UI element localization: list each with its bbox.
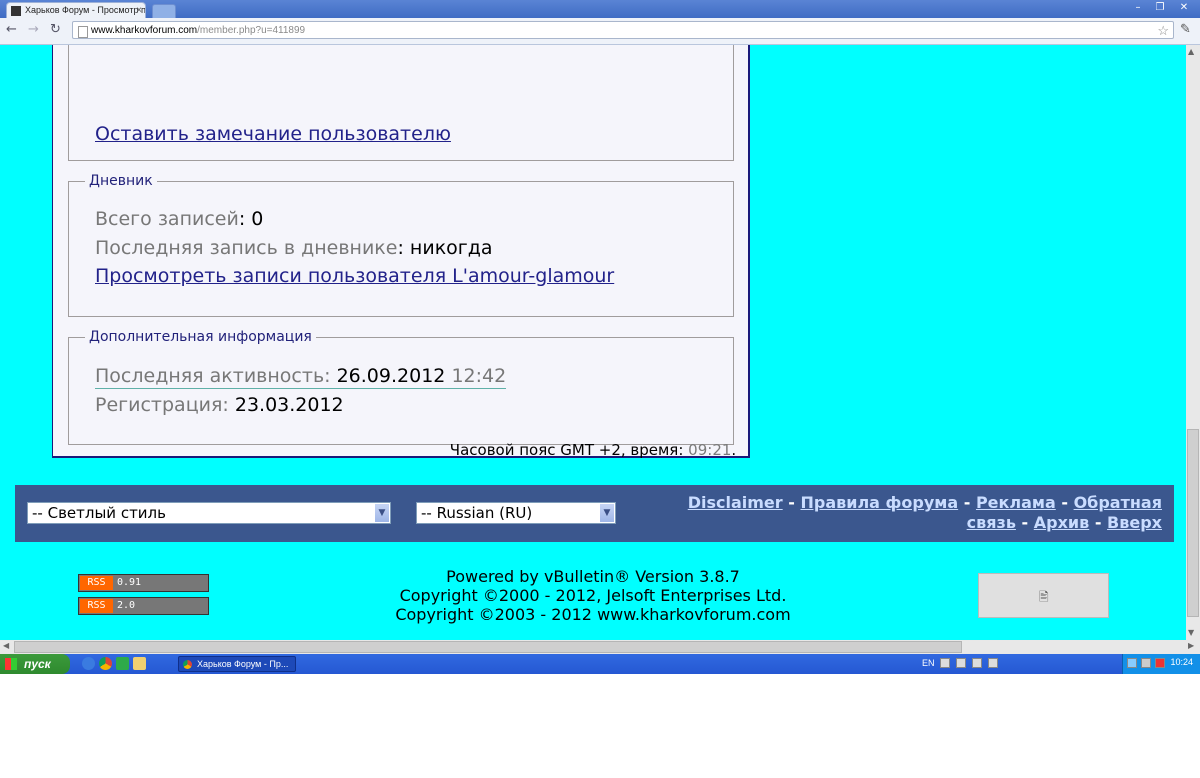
restore-bar-icon[interactable] xyxy=(988,658,998,668)
diary-last-row: Последняя запись в дневнике: никогда xyxy=(95,237,493,259)
chrome-icon[interactable] xyxy=(99,657,112,670)
clock[interactable]: 10:24 xyxy=(1170,657,1193,667)
app-icon[interactable] xyxy=(116,657,129,670)
language-select-value: -- Russian (RU) xyxy=(421,504,533,522)
view-diary-link[interactable]: Просмотреть записи пользователя L'amour-… xyxy=(95,265,614,287)
footer-links: Disclaimer - Правила форума - Реклама - … xyxy=(642,493,1162,533)
diary-last-label: Последняя запись в дневнике xyxy=(95,237,398,259)
address-bar[interactable]: www.kharkovforum.com/member.php?u=411899… xyxy=(72,21,1174,39)
extra-info-legend: Дополнительная информация xyxy=(85,329,316,345)
footer-separator: - xyxy=(963,493,971,512)
taskbar-item-label: Харьков Форум - Пр... xyxy=(197,659,289,669)
top-link[interactable]: Вверх xyxy=(1107,513,1162,532)
registration-row: Регистрация: 23.03.2012 xyxy=(95,394,344,416)
diary-last-value: : никогда xyxy=(397,237,493,259)
diary-total-row: Всего записей: 0 xyxy=(95,208,263,230)
extra-info-fieldset: Дополнительная информация Последняя акти… xyxy=(68,329,734,445)
back-arrow-icon[interactable]: ← xyxy=(6,22,17,37)
start-button[interactable]: пуск xyxy=(0,654,70,674)
antivirus-icon[interactable] xyxy=(1155,658,1165,668)
horizontal-scrollbar[interactable]: ◀ ▶ xyxy=(0,640,1200,654)
new-tab-button[interactable] xyxy=(152,4,176,19)
chevron-down-icon[interactable]: ▼ xyxy=(600,504,614,522)
scroll-right-icon[interactable]: ▶ xyxy=(1188,641,1194,650)
disclaimer-link[interactable]: Disclaimer xyxy=(688,493,783,512)
start-label: пуск xyxy=(24,657,51,671)
activity-label: Последняя активность: xyxy=(95,365,331,387)
ie-icon[interactable] xyxy=(82,657,95,670)
volume-icon[interactable] xyxy=(1141,658,1151,668)
restore-icon[interactable]: ❐ xyxy=(1150,1,1170,15)
timezone-period: . xyxy=(731,441,737,459)
folder-icon[interactable] xyxy=(133,657,146,670)
vertical-scrollbar[interactable]: ▲ ▼ xyxy=(1186,45,1200,640)
footer-separator: - xyxy=(1021,513,1029,532)
browser-titlebar: Харьков Форум - Просмотр п × – ❐ ✕ xyxy=(0,0,1200,19)
registration-label: Регистрация: xyxy=(95,394,229,416)
banner-image-placeholder[interactable]: 🖹 xyxy=(978,573,1109,618)
archive-link[interactable]: Архив xyxy=(1034,513,1090,532)
registration-value: 23.03.2012 xyxy=(234,394,344,416)
footer-bar: -- Светлый стиль ▼ -- Russian (RU) ▼ Dis… xyxy=(15,485,1174,542)
windows-flag-icon xyxy=(5,658,17,670)
chevron-down-icon[interactable]: ▼ xyxy=(375,504,389,522)
language-indicator[interactable]: EN xyxy=(922,658,935,668)
network-icon[interactable] xyxy=(1127,658,1137,668)
url-domain: www.kharkovforum.com xyxy=(91,25,198,36)
browser-toolbar: ← → ↻ www.kharkovforum.com/member.php?u=… xyxy=(0,18,1200,45)
footer-separator: - xyxy=(1061,493,1068,512)
actions-fieldset: Оставить замечание пользователю xyxy=(68,45,734,161)
system-tray: 10:24 xyxy=(1122,654,1200,674)
wrench-menu-icon[interactable]: ✎ xyxy=(1180,22,1191,37)
diary-total-value: : 0 xyxy=(238,208,264,230)
activity-date: 26.09.2012 xyxy=(336,365,446,387)
url-path: /member.php?u=411899 xyxy=(197,25,306,36)
diary-total-label: Всего записей xyxy=(95,208,239,230)
help-icon[interactable] xyxy=(972,658,982,668)
timezone-label: Часовой пояс GMT +2, время: xyxy=(449,441,684,459)
minimize-icon[interactable]: – xyxy=(1128,1,1148,15)
browser-tab[interactable]: Харьков Форум - Просмотр п × xyxy=(6,2,146,18)
ads-link[interactable]: Реклама xyxy=(976,493,1056,512)
scroll-up-icon[interactable]: ▲ xyxy=(1188,47,1194,56)
language-select[interactable]: -- Russian (RU) ▼ xyxy=(416,502,616,524)
rules-link[interactable]: Правила форума xyxy=(800,493,958,512)
forward-arrow-icon[interactable]: → xyxy=(28,22,39,37)
tab-close-icon[interactable]: × xyxy=(136,3,142,18)
diary-legend: Дневник xyxy=(85,173,157,189)
page-icon xyxy=(78,26,88,38)
reload-icon[interactable]: ↻ xyxy=(50,22,61,37)
profile-panel: Оставить замечание пользователю Дневник … xyxy=(52,45,750,458)
timezone-time: 09:21 xyxy=(688,441,732,459)
pen-icon[interactable] xyxy=(940,658,950,668)
footer-separator: - xyxy=(1094,513,1102,532)
diary-fieldset: Дневник Всего записей: 0 Последняя запис… xyxy=(68,173,734,317)
scroll-left-icon[interactable]: ◀ xyxy=(3,641,9,650)
scroll-down-icon[interactable]: ▼ xyxy=(1188,628,1194,637)
horizontal-scroll-thumb[interactable] xyxy=(14,641,962,653)
activity-row: Последняя активность: 26.09.2012 12:42 xyxy=(95,364,507,389)
chrome-icon xyxy=(183,660,192,669)
bookmark-star-icon[interactable]: ☆ xyxy=(1157,22,1169,40)
leave-note-link[interactable]: Оставить замечание пользователю xyxy=(95,123,451,145)
taskbar-item-browser[interactable]: Харьков Форум - Пр... xyxy=(178,656,296,672)
windows-taskbar: пуск Харьков Форум - Пр... EN 10:24 xyxy=(0,654,1200,674)
footer-separator: - xyxy=(788,493,795,512)
forum-favicon-icon xyxy=(11,6,21,16)
broken-image-icon: 🖹 xyxy=(1039,590,1049,604)
style-select-value: -- Светлый стиль xyxy=(32,504,166,522)
close-window-icon[interactable]: ✕ xyxy=(1174,1,1194,15)
activity-time: 12:42 xyxy=(451,365,507,387)
tab-title: Харьков Форум - Просмотр п xyxy=(25,5,146,15)
page-viewport: Оставить замечание пользователю Дневник … xyxy=(0,45,1186,640)
keyboard-icon[interactable] xyxy=(956,658,966,668)
vertical-scroll-thumb[interactable] xyxy=(1187,429,1199,617)
timezone-line: Часовой пояс GMT +2, время: 09:21. xyxy=(0,441,1186,459)
style-select[interactable]: -- Светлый стиль ▼ xyxy=(27,502,391,524)
